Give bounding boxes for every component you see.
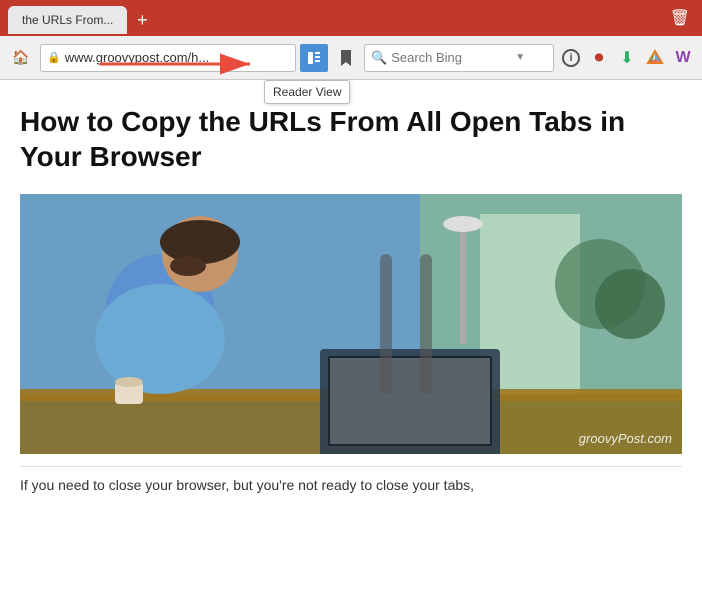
search-bar[interactable]: 🔍 ▼ xyxy=(364,44,554,72)
search-input[interactable] xyxy=(391,50,511,65)
bookmark-icon xyxy=(339,49,353,67)
reader-view-icon xyxy=(306,50,322,66)
download-icon: ⬇ xyxy=(620,48,633,68)
reader-view-tooltip: Reader View xyxy=(264,80,350,104)
title-bar: the URLs From... + 🗑 xyxy=(0,0,702,36)
info-icon: i xyxy=(562,49,580,67)
article-image: groovyPost.com xyxy=(20,194,682,454)
browser-tab[interactable]: the URLs From... xyxy=(8,6,127,34)
info-button[interactable]: i xyxy=(558,45,584,71)
close-button[interactable]: 🗑 xyxy=(666,4,694,32)
extension-button[interactable]: W xyxy=(670,45,696,71)
home-button[interactable]: 🏠 xyxy=(6,43,36,73)
article-title: How to Copy the URLs From All Open Tabs … xyxy=(20,104,682,174)
home-icon: 🏠 xyxy=(12,49,29,66)
red-arrow-annotation xyxy=(90,44,270,89)
extension-icon: W xyxy=(675,49,690,67)
article-content: How to Copy the URLs From All Open Tabs … xyxy=(0,80,702,509)
record-icon: ⏺ xyxy=(595,47,604,68)
search-dropdown-icon[interactable]: ▼ xyxy=(515,52,525,63)
toolbar-right-icons: i ⏺ ⬇ W xyxy=(558,45,696,71)
drive-button[interactable] xyxy=(642,45,668,71)
lock-icon: 🔒 xyxy=(47,51,61,64)
article-snippet: If you need to close your browser, but y… xyxy=(20,466,682,493)
new-tab-button[interactable]: + xyxy=(131,9,153,31)
toolbar: 🏠 🔒 www.groovypost.com/h... 🔍 ▼ i ⏺ xyxy=(0,36,702,80)
record-button[interactable]: ⏺ xyxy=(586,45,612,71)
search-icon: 🔍 xyxy=(371,50,387,66)
image-watermark: groovyPost.com xyxy=(579,431,672,446)
article-image-svg xyxy=(20,194,682,454)
drive-icon xyxy=(646,49,664,67)
bookmark-button[interactable] xyxy=(332,44,360,72)
tab-title: the URLs From... xyxy=(22,13,113,27)
reader-view-button[interactable] xyxy=(300,44,328,72)
download-button[interactable]: ⬇ xyxy=(614,45,640,71)
